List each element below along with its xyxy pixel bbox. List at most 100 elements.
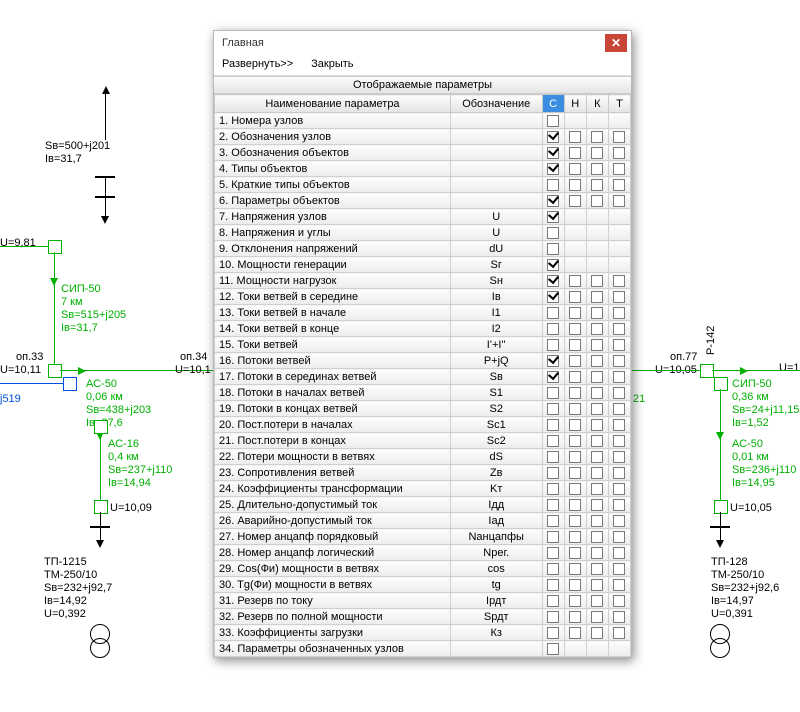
- checkbox-c[interactable]: [542, 337, 564, 353]
- checkbox-c[interactable]: [542, 401, 564, 417]
- checkbox-n[interactable]: [564, 177, 586, 193]
- checkbox-n[interactable]: [564, 305, 586, 321]
- checkbox-t[interactable]: [608, 385, 630, 401]
- checkbox-c[interactable]: [542, 497, 564, 513]
- checkbox-t[interactable]: [608, 545, 630, 561]
- checkbox-t[interactable]: [608, 273, 630, 289]
- checkbox-n[interactable]: [564, 465, 586, 481]
- checkbox-n[interactable]: [564, 625, 586, 641]
- checkbox-n[interactable]: [564, 289, 586, 305]
- checkbox-c[interactable]: [542, 481, 564, 497]
- checkbox-t[interactable]: [608, 145, 630, 161]
- checkbox-c[interactable]: [542, 209, 564, 225]
- checkbox-t[interactable]: [608, 401, 630, 417]
- checkbox-k[interactable]: [586, 177, 608, 193]
- checkbox-c[interactable]: [542, 257, 564, 273]
- checkbox-c[interactable]: [542, 161, 564, 177]
- checkbox-k[interactable]: [586, 273, 608, 289]
- checkbox-c[interactable]: [542, 289, 564, 305]
- checkbox-t[interactable]: [608, 481, 630, 497]
- close-button[interactable]: Закрыть: [311, 58, 353, 70]
- checkbox-k[interactable]: [586, 337, 608, 353]
- checkbox-k[interactable]: [586, 449, 608, 465]
- checkbox-k[interactable]: [586, 513, 608, 529]
- checkbox-k[interactable]: [586, 561, 608, 577]
- checkbox-c[interactable]: [542, 385, 564, 401]
- checkbox-c[interactable]: [542, 513, 564, 529]
- checkbox-t[interactable]: [608, 497, 630, 513]
- checkbox-n[interactable]: [564, 593, 586, 609]
- col-n[interactable]: Н: [564, 95, 586, 113]
- checkbox-t[interactable]: [608, 465, 630, 481]
- col-name[interactable]: Наименование параметра: [215, 95, 451, 113]
- checkbox-k[interactable]: [586, 497, 608, 513]
- checkbox-n[interactable]: [564, 513, 586, 529]
- checkbox-n[interactable]: [564, 561, 586, 577]
- checkbox-t[interactable]: [608, 353, 630, 369]
- checkbox-k[interactable]: [586, 593, 608, 609]
- checkbox-n[interactable]: [564, 353, 586, 369]
- checkbox-k[interactable]: [586, 625, 608, 641]
- checkbox-t[interactable]: [608, 177, 630, 193]
- checkbox-n[interactable]: [564, 161, 586, 177]
- checkbox-k[interactable]: [586, 385, 608, 401]
- checkbox-c[interactable]: [542, 625, 564, 641]
- checkbox-c[interactable]: [542, 593, 564, 609]
- checkbox-c[interactable]: [542, 113, 564, 129]
- checkbox-k[interactable]: [586, 481, 608, 497]
- checkbox-k[interactable]: [586, 401, 608, 417]
- col-sym[interactable]: Обозначение: [450, 95, 542, 113]
- checkbox-t[interactable]: [608, 193, 630, 209]
- checkbox-k[interactable]: [586, 545, 608, 561]
- checkbox-n[interactable]: [564, 609, 586, 625]
- checkbox-n[interactable]: [564, 497, 586, 513]
- checkbox-t[interactable]: [608, 433, 630, 449]
- checkbox-c[interactable]: [542, 129, 564, 145]
- checkbox-c[interactable]: [542, 145, 564, 161]
- checkbox-t[interactable]: [608, 417, 630, 433]
- checkbox-k[interactable]: [586, 321, 608, 337]
- checkbox-n[interactable]: [564, 145, 586, 161]
- checkbox-c[interactable]: [542, 577, 564, 593]
- checkbox-t[interactable]: [608, 129, 630, 145]
- checkbox-n[interactable]: [564, 481, 586, 497]
- checkbox-k[interactable]: [586, 417, 608, 433]
- checkbox-t[interactable]: [608, 561, 630, 577]
- checkbox-t[interactable]: [608, 289, 630, 305]
- dialog-titlebar[interactable]: Главная ✕: [214, 31, 631, 54]
- checkbox-k[interactable]: [586, 161, 608, 177]
- checkbox-t[interactable]: [608, 577, 630, 593]
- checkbox-k[interactable]: [586, 465, 608, 481]
- checkbox-t[interactable]: [608, 449, 630, 465]
- checkbox-c[interactable]: [542, 241, 564, 257]
- checkbox-t[interactable]: [608, 305, 630, 321]
- checkbox-n[interactable]: [564, 529, 586, 545]
- checkbox-c[interactable]: [542, 417, 564, 433]
- checkbox-k[interactable]: [586, 353, 608, 369]
- checkbox-t[interactable]: [608, 609, 630, 625]
- checkbox-c[interactable]: [542, 545, 564, 561]
- checkbox-n[interactable]: [564, 129, 586, 145]
- col-k[interactable]: К: [586, 95, 608, 113]
- checkbox-c[interactable]: [542, 449, 564, 465]
- checkbox-t[interactable]: [608, 593, 630, 609]
- checkbox-c[interactable]: [542, 561, 564, 577]
- checkbox-k[interactable]: [586, 145, 608, 161]
- checkbox-k[interactable]: [586, 529, 608, 545]
- checkbox-n[interactable]: [564, 449, 586, 465]
- close-icon[interactable]: ✕: [605, 34, 627, 52]
- checkbox-k[interactable]: [586, 609, 608, 625]
- checkbox-n[interactable]: [564, 417, 586, 433]
- checkbox-c[interactable]: [542, 465, 564, 481]
- checkbox-t[interactable]: [608, 513, 630, 529]
- col-c[interactable]: С: [542, 95, 564, 113]
- checkbox-k[interactable]: [586, 577, 608, 593]
- checkbox-n[interactable]: [564, 401, 586, 417]
- checkbox-t[interactable]: [608, 161, 630, 177]
- checkbox-c[interactable]: [542, 369, 564, 385]
- checkbox-k[interactable]: [586, 433, 608, 449]
- checkbox-t[interactable]: [608, 321, 630, 337]
- checkbox-n[interactable]: [564, 577, 586, 593]
- checkbox-t[interactable]: [608, 625, 630, 641]
- checkbox-n[interactable]: [564, 545, 586, 561]
